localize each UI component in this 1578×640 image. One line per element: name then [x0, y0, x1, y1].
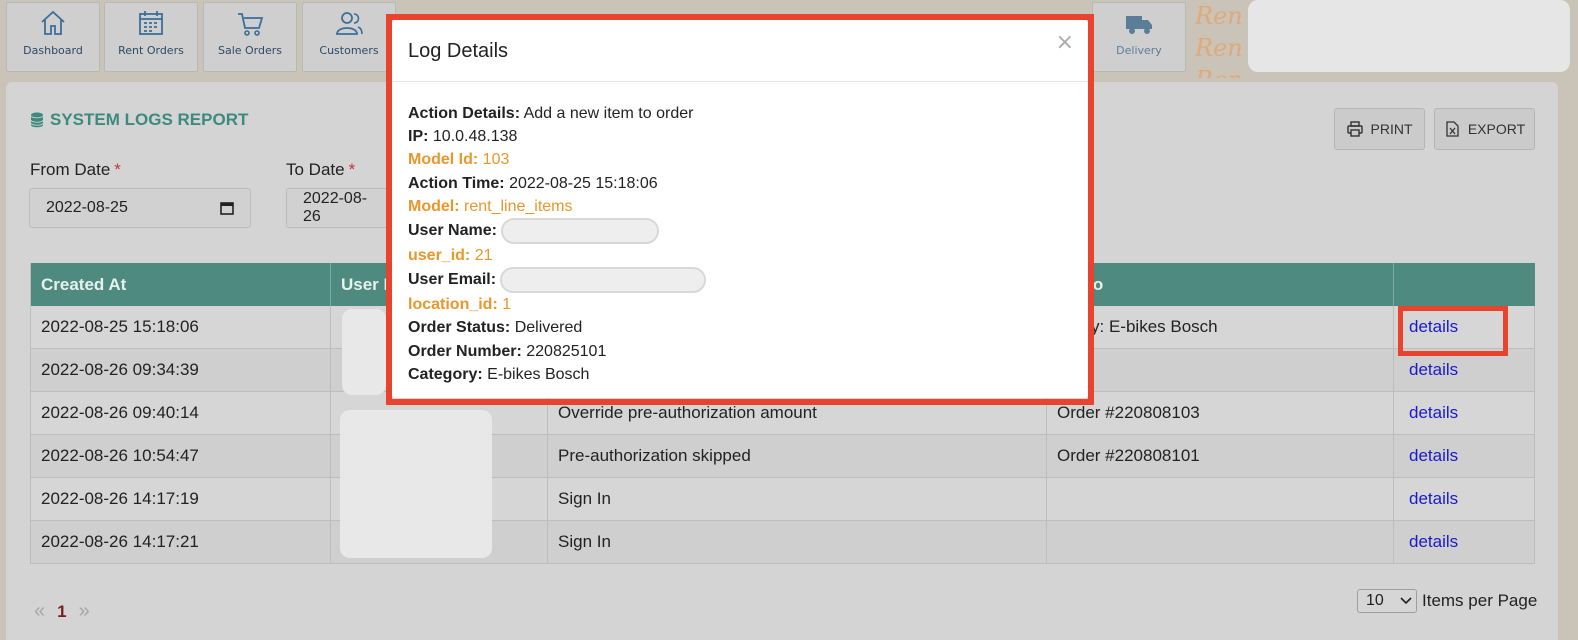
nav-delivery[interactable]: Delivery [1092, 2, 1186, 72]
cell-info [1047, 521, 1394, 563]
from-date-value: 2022-08-25 [46, 199, 128, 216]
to-date-label: To Date * [286, 160, 356, 179]
redacted-user [340, 410, 492, 558]
field-location-id: location_id: 1 [408, 296, 512, 314]
nav-dashboard[interactable]: Dashboard [6, 2, 100, 72]
table-row: 2022-08-26 10:54:47 Pre-authorization sk… [30, 435, 1535, 478]
calendar-picker-icon[interactable] [220, 201, 234, 215]
nav-rent-orders-label: Rent Orders [118, 44, 184, 57]
nav-sale-orders[interactable]: Sale Orders [203, 2, 297, 72]
next-page-icon[interactable]: » [79, 600, 90, 623]
redacted-user-email [499, 267, 706, 294]
cell-created: 2022-08-26 10:54:47 [30, 435, 331, 477]
details-link[interactable]: details [1409, 403, 1458, 423]
details-link[interactable]: details [1409, 532, 1458, 552]
cell-info [1047, 478, 1394, 520]
close-icon[interactable]: × [1056, 30, 1074, 55]
field-action-details: Action Details: Add a new item to order [408, 105, 694, 122]
cell-created: 2022-08-26 09:40:14 [30, 392, 331, 434]
cell-info [1047, 349, 1394, 391]
nav-rent-orders[interactable]: Rent Orders [104, 2, 198, 72]
cell-info: egory: E-bikes Bosch [1047, 306, 1394, 348]
details-link[interactable]: details [1409, 489, 1458, 509]
cell-action: Sign In [548, 521, 1047, 563]
to-date-value: 2022-08-26 [303, 190, 368, 225]
redacted-user [342, 309, 386, 395]
users-icon [336, 12, 363, 35]
database-icon [30, 112, 44, 128]
redacted-user-name [501, 218, 660, 245]
field-order-number: Order Number: 220825101 [408, 342, 607, 360]
printer-icon [1346, 121, 1363, 137]
nav-dashboard-label: Dashboard [23, 44, 83, 57]
cell-info: Order #220808101 [1047, 435, 1394, 477]
field-user-email: User Email: r [408, 267, 1072, 294]
items-per-page-select[interactable]: 10 [1357, 589, 1417, 613]
field-user-id: user_id: 21 [408, 247, 493, 265]
header-actions [1394, 263, 1535, 306]
cell-created: 2022-08-25 15:18:06 [30, 306, 331, 348]
prev-page-icon[interactable]: « [34, 600, 45, 623]
cell-created: 2022-08-26 14:17:19 [30, 478, 331, 520]
from-date-input[interactable]: 2022-08-25 [29, 188, 251, 228]
report-title: SYSTEM LOGS REPORT [30, 110, 248, 130]
modal-title: Log Details [408, 40, 509, 62]
truck-icon [1126, 16, 1152, 34]
items-per-page-value: 10 [1366, 592, 1384, 609]
modal-body: Action Details: Add a new item to order … [392, 82, 1088, 406]
header-info: n Info [1047, 263, 1394, 306]
cart-icon [238, 13, 264, 36]
details-link[interactable]: details [1409, 446, 1458, 466]
modal-header: Log Details × [392, 20, 1088, 82]
table-row: 2022-08-26 14:17:21 Sign In details [30, 521, 1535, 564]
field-category: Category: E-bikes Bosch [408, 365, 590, 383]
table-row: 2022-08-26 14:17:19 Sign In details [30, 478, 1535, 521]
redacted-area [1248, 0, 1570, 72]
calendar-icon [139, 11, 163, 35]
cell-created: 2022-08-26 14:17:21 [30, 521, 331, 563]
header-created-at: Created At [30, 263, 331, 306]
current-page[interactable]: 1 [57, 602, 66, 622]
pagination: « 1 » [34, 600, 90, 623]
cell-action: Pre-authorization skipped [548, 435, 1047, 477]
chevron-down-icon [1400, 597, 1412, 605]
print-button[interactable]: PRINT [1334, 108, 1425, 150]
nav-sale-orders-label: Sale Orders [217, 44, 283, 57]
cell-created: 2022-08-26 09:34:39 [30, 349, 331, 391]
field-user-name: User Name: [408, 218, 1072, 245]
cell-info: Order #220808103 [1047, 392, 1394, 434]
from-date-label: From Date * [30, 160, 121, 179]
nav-delivery-label: Delivery [1116, 44, 1162, 57]
excel-file-icon [1446, 121, 1459, 137]
field-action-time: Action Time: 2022-08-25 15:18:06 [408, 174, 658, 192]
field-order-status: Order Status: Delivered [408, 319, 583, 337]
field-ip: IP: 10.0.48.138 [408, 128, 518, 146]
field-model-id: Model Id: 103 [408, 151, 510, 169]
details-link[interactable]: details [1409, 360, 1458, 380]
export-button[interactable]: EXPORT [1434, 108, 1535, 150]
nav-customers-label: Customers [319, 44, 379, 57]
log-details-modal: Log Details × Action Details: Add a new … [392, 20, 1088, 398]
nav-customers[interactable]: Customers [302, 2, 396, 72]
items-per-page-label: Items per Page [1422, 591, 1538, 610]
details-highlight [1398, 306, 1508, 356]
field-model: Model: rent_line_items [408, 197, 573, 215]
cell-action: Sign In [548, 478, 1047, 520]
to-date-input[interactable]: 2022-08-26 [286, 188, 396, 228]
brand-watermark: RenRenRen [1195, 2, 1243, 78]
home-icon [41, 10, 65, 35]
